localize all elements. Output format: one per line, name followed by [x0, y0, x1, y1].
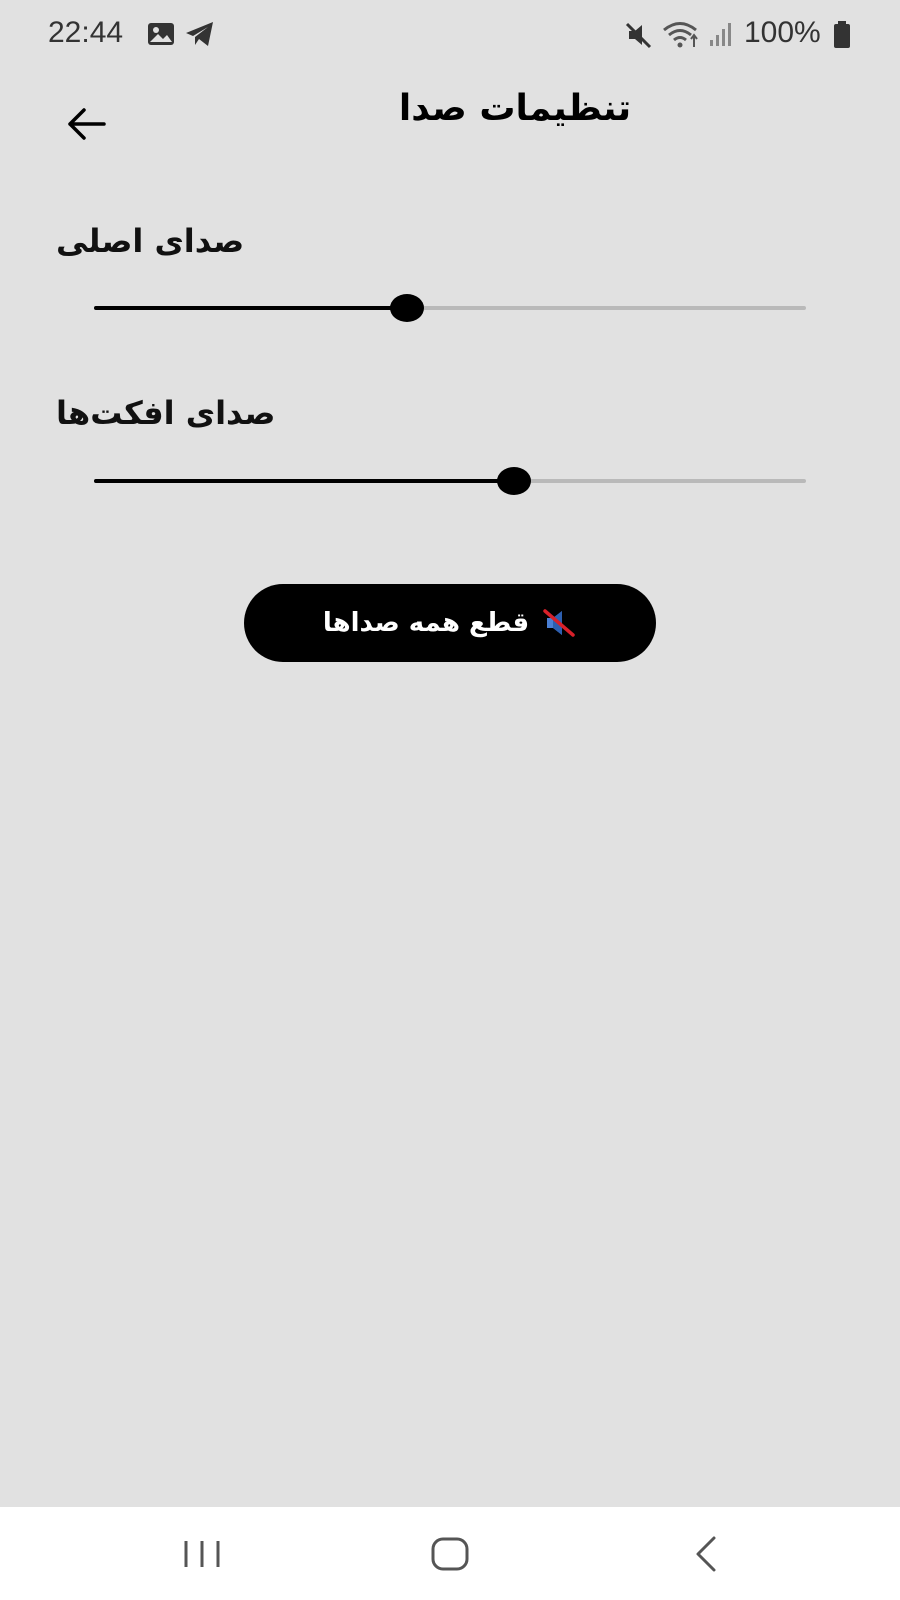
- main-volume-slider[interactable]: [94, 290, 806, 326]
- slider-thumb[interactable]: [390, 294, 425, 322]
- gallery-icon: [148, 23, 174, 45]
- battery-icon: [834, 21, 850, 48]
- status-bar: 22:44 100%: [0, 0, 900, 72]
- battery-percentage: 100%: [744, 16, 821, 49]
- back-icon: [696, 1536, 716, 1572]
- mute-all-button[interactable]: قطع همه صداها: [244, 584, 656, 662]
- arrow-left-icon: [68, 108, 106, 140]
- back-button[interactable]: [56, 96, 116, 152]
- wifi-icon: [663, 22, 698, 48]
- signal-icon: [710, 23, 731, 46]
- effects-volume-slider[interactable]: [94, 463, 806, 499]
- navigation-bar: [0, 1507, 900, 1600]
- telegram-icon: [186, 22, 213, 46]
- home-icon: [431, 1537, 469, 1571]
- page-title: تنظیمات صدا: [398, 88, 632, 129]
- slider-fill: [94, 306, 408, 310]
- mute-icon: [625, 22, 652, 49]
- effects-volume-label: صدای افکت‌ها: [56, 394, 276, 432]
- system-back-button[interactable]: [676, 1529, 736, 1579]
- recent-apps-button[interactable]: [172, 1529, 232, 1579]
- sound-settings-screen: 22:44 100% تنظیمات صدا صدای اصلی صدای اف…: [0, 0, 900, 1600]
- slider-thumb[interactable]: [497, 467, 532, 495]
- mute-all-label: قطع همه صداها: [322, 608, 530, 638]
- slider-fill: [94, 479, 515, 483]
- home-button[interactable]: [420, 1529, 480, 1579]
- main-volume-label: صدای اصلی: [56, 222, 245, 260]
- status-time: 22:44: [48, 16, 124, 49]
- speaker-muted-icon: [543, 609, 575, 637]
- recent-apps-icon: [184, 1541, 220, 1567]
